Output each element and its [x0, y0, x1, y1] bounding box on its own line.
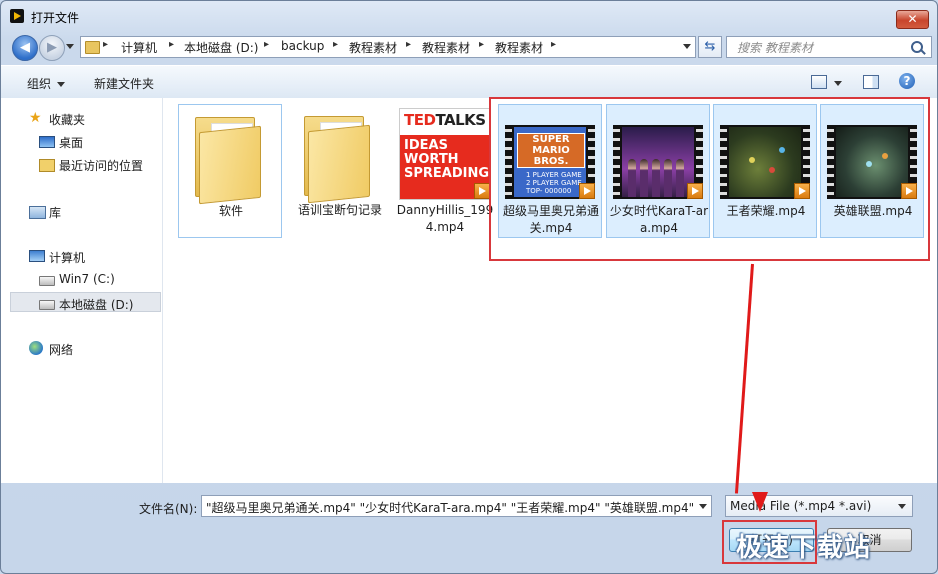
site-watermark: 极速下载站: [736, 533, 872, 563]
file-tile-record-folder[interactable]: 语训宝断句记录: [288, 104, 392, 238]
breadcrumb-separator-icon[interactable]: ▸: [169, 39, 174, 50]
change-view-icon[interactable]: [811, 75, 827, 89]
breadcrumb-backup[interactable]: backup: [281, 39, 324, 53]
navigation-pane[interactable]: ★ 收藏夹 桌面 最近访问的位置 库 计算机 Win7 (C:) 本地磁盘 (D…: [1, 98, 163, 483]
arrow-left-icon: ◀: [20, 40, 30, 55]
nav-drive-c-label: Win7 (C:): [59, 272, 115, 286]
organize-menu-button[interactable]: 组织: [27, 75, 66, 92]
nav-drive-c[interactable]: Win7 (C:): [1, 269, 159, 289]
refresh-button[interactable]: ⇆: [698, 36, 722, 58]
video-thumbnail: TEDTALKS IDEAS WORTH SPREADING: [399, 108, 491, 200]
drive-c-icon: [39, 276, 55, 286]
open-file-dialog: 打开文件 ✕ ◀ ▶ ▸ 计算机 ▸ 本地磁盘 (D:) ▸ backup ▸ …: [0, 0, 938, 574]
star-icon: ★: [29, 110, 42, 126]
address-dropdown-icon[interactable]: [683, 44, 691, 49]
search-icon[interactable]: [911, 41, 923, 53]
close-icon: ✕: [907, 12, 918, 26]
chevron-down-icon: [57, 82, 66, 87]
file-tile-dannyhillis-video[interactable]: TEDTALKS IDEAS WORTH SPREADING DannyHill…: [393, 104, 497, 238]
nav-recent-places[interactable]: 最近访问的位置: [1, 154, 159, 174]
chevron-down-icon: [898, 504, 906, 509]
breadcrumb-computer[interactable]: 计算机: [121, 39, 157, 56]
arrow-right-icon: ▶: [47, 40, 57, 55]
network-icon: [29, 341, 43, 355]
folder-icon: [294, 108, 384, 204]
title-bar: 打开文件 ✕: [1, 1, 937, 31]
nav-favorites-label: 收藏夹: [49, 113, 86, 127]
nav-computer[interactable]: 计算机: [1, 246, 159, 266]
nav-desktop[interactable]: 桌面: [1, 131, 159, 151]
folder-icon: [185, 109, 275, 205]
forward-button[interactable]: ▶: [39, 35, 65, 61]
breadcrumb-folder-1[interactable]: 教程素材: [349, 39, 397, 56]
annotation-arrow-head-icon: [752, 492, 768, 512]
refresh-icon: ⇆: [704, 39, 716, 54]
file-tile-software-folder[interactable]: 软件: [178, 104, 282, 238]
breadcrumb-folder-2[interactable]: 教程素材: [422, 39, 470, 56]
desktop-icon: [39, 136, 55, 148]
file-name: 语训宝断句记录: [297, 203, 382, 217]
app-logo-icon: [10, 9, 24, 23]
computer-icon: [29, 250, 45, 262]
library-icon: [29, 206, 46, 219]
filename-history-dropdown-icon[interactable]: [699, 504, 707, 509]
breadcrumb-separator-icon[interactable]: ▸: [264, 39, 269, 50]
breadcrumb-drive-d[interactable]: 本地磁盘 (D:): [184, 39, 258, 56]
file-name: 软件: [218, 204, 243, 218]
nav-libraries-label: 库: [49, 206, 62, 220]
ted-talks-text: TALKS: [435, 111, 486, 129]
search-placeholder: 搜索 教程素材: [737, 41, 813, 55]
filename-input[interactable]: "超级马里奥兄弟通关.mp4" "少女时代KaraT-ara.mp4" "王者荣…: [201, 495, 712, 517]
organize-label: 组织: [27, 77, 52, 91]
ted-word: IDEAS: [404, 138, 448, 153]
nav-network-label: 网络: [49, 343, 74, 357]
recent-places-icon: [39, 159, 55, 172]
address-bar[interactable]: ▸ 计算机 ▸ 本地磁盘 (D:) ▸ backup ▸ 教程素材 ▸ 教程素材…: [80, 36, 696, 58]
nav-libraries[interactable]: 库: [1, 201, 159, 221]
nav-favorites[interactable]: ★ 收藏夹: [1, 108, 159, 128]
new-folder-button[interactable]: 新建文件夹: [94, 75, 154, 92]
filename-label: 文件名(N):: [139, 502, 198, 516]
nav-drive-d-label: 本地磁盘 (D:): [59, 298, 134, 312]
annotation-highlight-selected-files: [489, 97, 930, 261]
view-options-dropdown[interactable]: [834, 81, 842, 86]
nav-desktop-label: 桌面: [59, 136, 84, 150]
nav-computer-label: 计算机: [49, 251, 86, 265]
nav-drive-d[interactable]: 本地磁盘 (D:): [10, 292, 161, 312]
nav-recent-label: 最近访问的位置: [59, 159, 144, 173]
preview-pane-icon[interactable]: [863, 75, 879, 89]
recent-locations-dropdown[interactable]: [66, 44, 74, 49]
ted-logo: TEDTALKS: [404, 111, 486, 129]
file-name: DannyHillis_1994.mp4: [396, 203, 494, 234]
close-button[interactable]: ✕: [896, 10, 929, 29]
folder-icon: [85, 41, 100, 54]
ted-word: SPREADING: [404, 166, 490, 181]
breadcrumb-separator-icon[interactable]: ▸: [333, 39, 338, 50]
window-title: 打开文件: [31, 11, 80, 25]
nav-network[interactable]: 网络: [1, 338, 159, 358]
search-box[interactable]: 搜索 教程素材: [726, 36, 932, 58]
breadcrumb-separator-icon[interactable]: ▸: [406, 39, 411, 50]
drive-d-icon: [39, 300, 55, 310]
breadcrumb-separator-icon[interactable]: ▸: [551, 39, 556, 50]
help-icon[interactable]: ?: [899, 73, 915, 89]
filename-value: "超级马里奥兄弟通关.mp4" "少女时代KaraT-ara.mp4" "王者荣…: [206, 501, 695, 515]
breadcrumb-separator-icon[interactable]: ▸: [103, 39, 108, 50]
breadcrumb-folder-3[interactable]: 教程素材: [495, 39, 543, 56]
play-icon: [474, 183, 490, 199]
ted-tagline: IDEAS WORTH SPREADING: [404, 139, 489, 181]
ted-word: WORTH: [404, 152, 459, 167]
ted-brand-text: TED: [404, 111, 436, 129]
command-bar: 组织 新建文件夹 ?: [1, 65, 937, 99]
breadcrumb-separator-icon[interactable]: ▸: [479, 39, 484, 50]
back-button[interactable]: ◀: [12, 35, 38, 61]
